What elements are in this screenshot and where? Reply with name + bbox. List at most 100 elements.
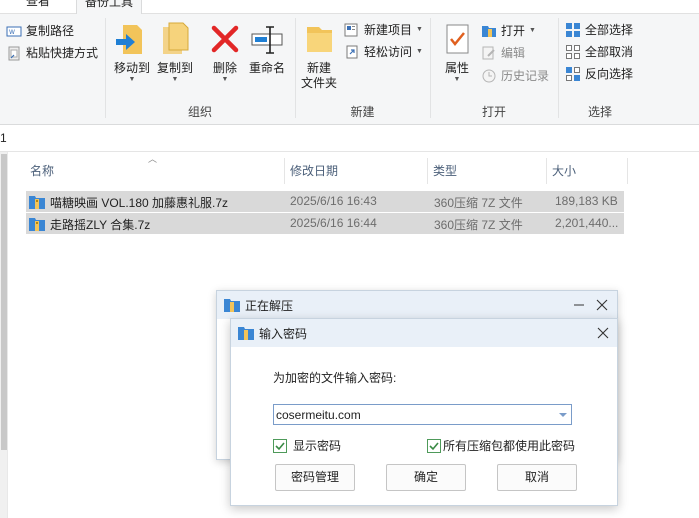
svg-text:W: W <box>9 29 15 36</box>
new-folder-button[interactable]: 新建 文件夹 <box>299 21 339 91</box>
select-all-label: 全部选择 <box>585 23 634 37</box>
group-label-organize: 组织 <box>187 105 212 119</box>
new-item-button[interactable]: 新建项目 ▼ <box>344 21 423 38</box>
move-to-button[interactable]: 移动到 ▼ <box>112 21 152 84</box>
vertical-scrollbar[interactable] <box>0 152 8 518</box>
password-input[interactable] <box>274 405 554 424</box>
delete-label: 删除 <box>212 61 237 75</box>
history-label: 历史记录 <box>501 69 550 83</box>
file-size: 189,183 KB <box>555 194 618 208</box>
new-folder-icon <box>301 21 337 57</box>
column-separator[interactable] <box>546 158 547 184</box>
properties-icon <box>439 21 475 57</box>
edit-button[interactable]: 编辑 <box>481 44 525 61</box>
scrollbar-thumb[interactable] <box>1 154 7 450</box>
archive-file-icon <box>29 218 45 231</box>
properties-button[interactable]: 属性 ▼ <box>437 21 477 84</box>
group-label-select: 选择 <box>587 105 612 119</box>
group-label-new: 新建 <box>350 105 375 119</box>
extracting-dialog-titlebar[interactable]: 正在解压 <box>217 291 617 319</box>
table-row[interactable]: 走路摇ZLY 合集.7z 2025/6/16 16:44 360压缩 7Z 文件… <box>26 213 624 234</box>
checkbox-checked-icon[interactable] <box>427 438 441 453</box>
chevron-down-icon: ▼ <box>221 76 229 83</box>
chevron-down-icon: ▼ <box>128 76 136 83</box>
password-combobox[interactable] <box>273 404 572 425</box>
select-none-button[interactable]: 全部取消 <box>565 43 633 60</box>
chevron-down-icon[interactable] <box>557 409 569 421</box>
file-type: 360压缩 7Z 文件 <box>434 218 523 232</box>
column-header-type[interactable]: 类型 <box>429 160 545 182</box>
rename-icon <box>249 21 285 57</box>
column-header-name[interactable]: 名称 <box>26 160 284 182</box>
delete-icon <box>207 21 243 57</box>
archive-icon <box>238 327 254 340</box>
group-label-open: 打开 <box>481 105 506 119</box>
select-none-label: 全部取消 <box>585 45 634 59</box>
archive-file-icon <box>29 196 45 209</box>
cancel-button[interactable]: 取消 <box>497 464 577 491</box>
chevron-down-icon: ▼ <box>529 27 536 34</box>
use-for-all-label: 所有压缩包都使用此密码 <box>443 439 576 453</box>
column-header-size[interactable]: 大小 <box>548 160 626 182</box>
tab-backup-tools[interactable]: 备份工具 <box>76 0 143 14</box>
column-separator[interactable] <box>627 158 628 184</box>
chevron-down-icon: ▼ <box>453 76 461 83</box>
delete-button[interactable]: 删除 ▼ <box>205 21 245 84</box>
history-button[interactable]: 历史记录 <box>481 67 549 84</box>
copy-to-label: 复制到 <box>156 61 193 75</box>
minimize-button[interactable] <box>569 295 589 315</box>
invert-selection-label: 反向选择 <box>585 67 634 81</box>
file-name: 走路摇ZLY 合集.7z <box>50 218 151 232</box>
properties-label: 属性 <box>444 61 469 75</box>
password-prompt: 为加密的文件输入密码: <box>273 371 397 385</box>
copy-to-button[interactable]: 复制到 ▼ <box>155 21 195 84</box>
select-all-icon <box>565 22 581 38</box>
invert-selection-icon <box>565 66 581 82</box>
copy-path-button[interactable]: W 复制路径 <box>6 22 74 39</box>
paste-shortcut-label: 粘贴快捷方式 <box>26 46 99 60</box>
address-text: 1 <box>0 131 7 145</box>
close-button[interactable] <box>593 323 613 343</box>
paste-shortcut-icon <box>6 45 22 61</box>
file-type: 360压缩 7Z 文件 <box>434 196 523 210</box>
edit-label: 编辑 <box>501 46 526 60</box>
new-item-label: 新建项目 <box>364 23 413 37</box>
move-to-label: 移动到 <box>113 61 150 75</box>
show-password-checkbox[interactable]: 显示密码 <box>273 437 341 454</box>
close-icon <box>596 299 608 311</box>
show-password-label: 显示密码 <box>293 439 342 453</box>
ribbon-tab-strip: 查看 备份工具 <box>0 0 699 14</box>
password-dialog-titlebar[interactable]: 输入密码 <box>231 319 617 347</box>
easy-access-icon <box>344 44 360 60</box>
checkbox-checked-icon[interactable] <box>273 438 287 453</box>
ribbon: W 复制路径 粘贴快捷方式 移动到 ▼ 复制到 ▼ 删除 ▼ 重命名 组织 新建… <box>0 14 699 125</box>
column-separator[interactable] <box>284 158 285 184</box>
table-row[interactable]: 喵糖映画 VOL.180 加藤惠礼服.7z 2025/6/16 16:43 36… <box>26 191 624 212</box>
chevron-down-icon: ▼ <box>416 48 423 55</box>
easy-access-label: 轻松访问 <box>364 45 413 59</box>
edit-icon <box>481 45 497 61</box>
archive-icon <box>481 23 497 39</box>
use-for-all-checkbox[interactable]: 所有压缩包都使用此密码 <box>427 437 575 454</box>
ok-button[interactable]: 确定 <box>386 464 466 491</box>
open-button[interactable]: 打开 ▼ <box>481 22 536 39</box>
password-manager-button[interactable]: 密码管理 <box>275 464 355 491</box>
rename-label: 重命名 <box>248 61 285 75</box>
select-all-button[interactable]: 全部选择 <box>565 21 633 38</box>
address-bar[interactable]: 1 <box>0 126 699 152</box>
easy-access-button[interactable]: 轻松访问 ▼ <box>344 43 423 60</box>
column-header-date[interactable]: 修改日期 <box>286 160 426 182</box>
column-separator[interactable] <box>427 158 428 184</box>
open-label: 打开 <box>501 24 526 38</box>
paste-shortcut-button[interactable]: 粘贴快捷方式 <box>6 44 98 61</box>
invert-selection-button[interactable]: 反向选择 <box>565 65 633 82</box>
close-button[interactable] <box>592 295 612 315</box>
tab-view[interactable]: 查看 <box>26 0 50 9</box>
file-date: 2025/6/16 16:44 <box>290 216 377 230</box>
rename-button[interactable]: 重命名 <box>246 21 288 76</box>
archive-icon <box>224 299 240 312</box>
file-date: 2025/6/16 16:43 <box>290 194 377 208</box>
file-size: 2,201,440... <box>555 216 619 230</box>
new-folder-label: 新建 文件夹 <box>300 61 337 90</box>
copy-path-label: 复制路径 <box>26 24 75 38</box>
